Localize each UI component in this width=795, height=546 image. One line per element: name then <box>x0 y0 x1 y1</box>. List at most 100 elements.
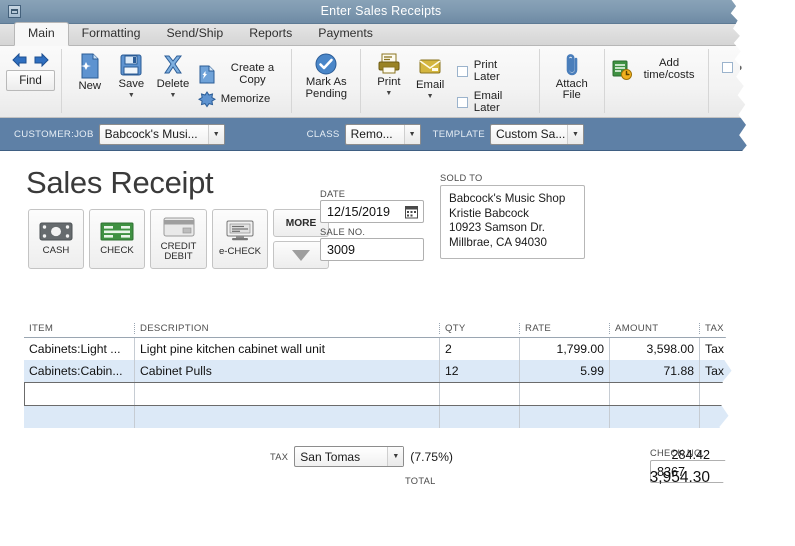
cell-item: Cabinets:Cabin... <box>29 364 123 378</box>
add-time-costs-label: Add time/costs <box>643 57 695 81</box>
email-caret-icon[interactable]: ▼ <box>427 93 434 100</box>
tab-main[interactable]: Main <box>14 22 69 46</box>
delete-button[interactable]: Delete ▼ <box>152 51 194 99</box>
delete-caret-icon[interactable]: ▼ <box>169 92 176 99</box>
chevron-down-icon[interactable]: ▼ <box>566 124 583 144</box>
customer-header-bar: CUSTOMER:JOB Babcock's Musi... ▼ CLASS R… <box>0 118 747 151</box>
envelope-icon <box>418 53 442 78</box>
mark-as-pending-label: Mark As Pending <box>305 76 347 100</box>
copy-icon <box>198 65 216 84</box>
clipped-checkbox-label: P <box>739 61 747 73</box>
clipped-checkbox[interactable] <box>722 61 734 73</box>
cell-description: Light pine kitchen cabinet wall unit <box>134 338 439 360</box>
payment-method-e-check[interactable]: e-CHECK <box>212 209 268 269</box>
save-button[interactable]: Save ▼ <box>111 51 153 99</box>
ribbon-group-navigation: Find <box>0 49 62 113</box>
ribbon-group-edit: New Save ▼ Delete ▼ Create a Copy Memori… <box>62 49 293 113</box>
class-dropdown[interactable]: Remo... ▼ <box>344 123 421 145</box>
email-button-label: Email <box>416 79 445 91</box>
save-disk-icon <box>119 53 143 77</box>
attach-file-button[interactable]: Attach File <box>547 51 597 101</box>
sale-no-label: SALE NO. <box>320 227 366 237</box>
cell-qty: 2 <box>439 338 519 360</box>
sale-no-field[interactable]: 3009 <box>320 238 424 261</box>
tax-row: TAX San Tomas ▼ (7.75%) <box>270 446 453 467</box>
cell-item <box>24 406 134 428</box>
template-dropdown[interactable]: Custom Sa... ▼ <box>489 123 584 145</box>
tax-rate-text: (7.75%) <box>410 449 453 464</box>
save-caret-icon[interactable]: ▼ <box>128 92 135 99</box>
sold-to-label: SOLD TO <box>440 173 483 183</box>
create-a-copy-button[interactable]: Create a Copy <box>198 55 285 86</box>
cell-rate: 1,799.00 <box>519 338 609 360</box>
chevron-down-icon[interactable]: ▼ <box>387 447 404 466</box>
memorize-button[interactable]: Memorize <box>197 91 285 109</box>
line-items-scrollbar[interactable] <box>741 323 747 424</box>
email-later-checkbox[interactable] <box>456 96 468 108</box>
customer-job-dropdown[interactable]: Babcock's Musi... ▼ <box>98 123 225 145</box>
tax-code-dropdown[interactable]: San Tomas ▼ <box>294 446 405 467</box>
checkmark-icon <box>315 53 337 75</box>
chevron-down-icon[interactable]: ▼ <box>403 124 420 144</box>
cell-amount <box>609 406 699 428</box>
cell-qty: 12 <box>439 360 519 382</box>
table-row[interactable]: Cabinets:Cabin... Cabinet Pulls 12 5.99 … <box>24 360 747 382</box>
new-button[interactable]: New <box>69 51 111 93</box>
tab-payments[interactable]: Payments <box>305 23 386 45</box>
arrow-left-icon[interactable] <box>11 53 28 67</box>
cell-item: Cabinets:Light ... <box>29 342 121 356</box>
find-button[interactable]: Find <box>6 70 55 91</box>
total-amount: 3,954.30 <box>649 469 710 486</box>
payment-method-check-label: CHECK <box>100 244 134 256</box>
paperclip-icon <box>562 53 582 77</box>
total-label: TOTAL <box>405 476 436 486</box>
add-time-costs-icon <box>612 60 632 80</box>
cell-amount: 3,598.00 <box>609 338 699 360</box>
ribbon-group-print-email: Print ▼ Email ▼ Print Later Email Later <box>361 49 540 114</box>
print-button[interactable]: Print ▼ <box>368 51 409 97</box>
cell-qty <box>439 383 519 405</box>
mark-as-pending-button[interactable]: Mark As Pending <box>299 51 353 100</box>
tab-reports[interactable]: Reports <box>236 23 305 45</box>
scrollbar-thumb[interactable] <box>744 347 747 382</box>
table-row[interactable] <box>24 406 747 428</box>
chevron-down-icon[interactable]: ▼ <box>207 124 224 144</box>
template-value: Custom Sa... <box>495 127 566 141</box>
ribbon-tab-strip: Main Formatting Send/Ship Reports Paymen… <box>0 22 747 46</box>
nav-arrows <box>11 53 50 67</box>
date-field[interactable]: 12/15/2019 <box>320 200 424 223</box>
payment-method-check[interactable]: CHECK <box>89 209 145 269</box>
attach-file-label: Attach File <box>555 78 588 101</box>
email-button[interactable]: Email ▼ <box>410 51 451 100</box>
cash-icon <box>39 222 73 241</box>
cell-rate <box>519 406 609 428</box>
create-a-copy-label: Create a Copy <box>230 62 275 86</box>
print-later-row[interactable]: Print Later <box>456 59 524 83</box>
print-later-checkbox[interactable] <box>456 65 468 77</box>
delete-x-icon <box>161 53 185 77</box>
sold-to-line-4: Millbrae, CA 94030 <box>449 235 547 249</box>
email-later-row[interactable]: Email Later <box>456 90 524 114</box>
memorize-label: Memorize <box>220 93 271 106</box>
cell-tax <box>699 406 747 428</box>
calendar-icon[interactable] <box>405 205 418 219</box>
print-caret-icon[interactable]: ▼ <box>385 90 392 97</box>
clipped-checkbox-row[interactable]: P <box>722 61 747 73</box>
table-row-selected[interactable] <box>24 382 747 406</box>
payment-method-credit-debit[interactable]: CREDIT DEBIT <box>150 209 207 269</box>
arrow-right-icon[interactable] <box>33 53 50 67</box>
table-row[interactable]: Cabinets:Light ... Light pine kitchen ca… <box>24 338 747 360</box>
sold-to-address[interactable]: Babcock's Music Shop Kristie Babcock 109… <box>440 185 585 259</box>
new-document-icon <box>78 53 102 79</box>
tab-formatting[interactable]: Formatting <box>69 23 154 45</box>
ribbon-group-pending: Mark As Pending <box>292 49 362 113</box>
sold-to-line-2: Kristie Babcock <box>449 206 529 220</box>
payment-method-cash[interactable]: CASH <box>28 209 84 269</box>
tab-send-ship[interactable]: Send/Ship <box>153 23 236 45</box>
scroll-down-icon[interactable] <box>743 415 747 421</box>
ribbon-group-time-costs: Add time/costs <box>605 49 710 113</box>
add-time-costs-button[interactable]: Add time/costs <box>612 51 702 81</box>
scroll-up-icon[interactable] <box>743 326 747 332</box>
memorize-icon <box>197 91 216 109</box>
email-later-label: Email Later <box>473 90 503 114</box>
